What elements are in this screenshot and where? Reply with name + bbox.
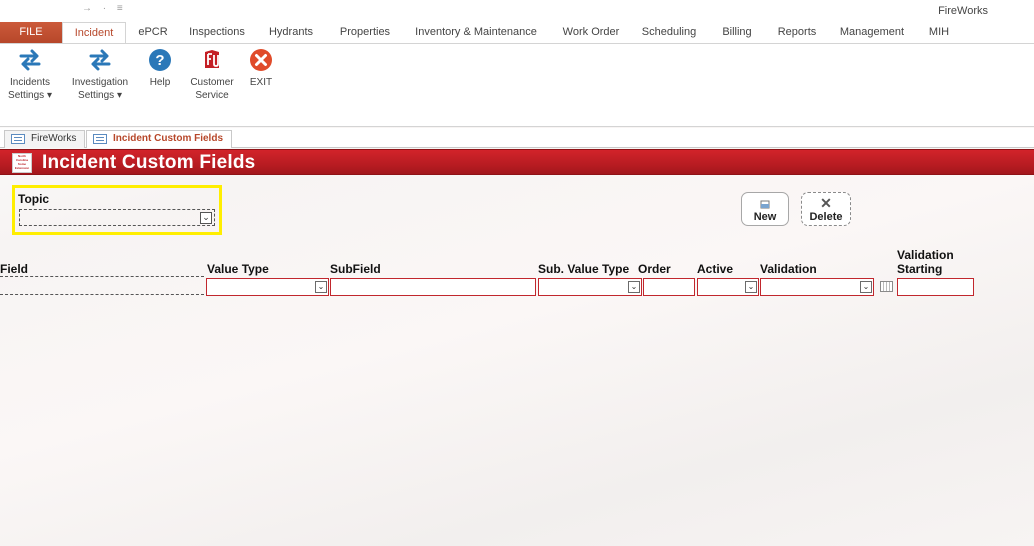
delete-label: Delete [809, 211, 843, 223]
tab-file[interactable]: FILE [0, 22, 62, 43]
exit-label: EXIT [249, 77, 273, 88]
help-icon: ? [149, 49, 171, 71]
chevron-down-icon: ⌄ [202, 212, 210, 222]
active-combobox[interactable]: ⌄ [697, 278, 759, 296]
header-order: Order [638, 262, 671, 276]
customer-service-label-1: Customer [190, 77, 234, 88]
chevron-down-icon[interactable]: ⌄ [745, 281, 757, 293]
investigation-settings-label-2: Settings ▾ [78, 90, 122, 101]
customer-service-label-2: Service [195, 90, 229, 101]
tab-incident[interactable]: Incident [62, 22, 126, 44]
investigation-settings-button[interactable]: Investigation Settings ▾ [66, 48, 134, 102]
swap-arrows-icon [19, 49, 41, 71]
ribbon-tabs: FILE Incident ePCR Inspections Hydrants … [0, 22, 1034, 44]
svg-text:?: ? [155, 52, 164, 69]
tab-inspections[interactable]: Inspections [183, 22, 251, 43]
chevron-down-icon[interactable]: ⌄ [315, 281, 327, 293]
header-validation-starting-1: Validation [897, 248, 954, 262]
tab-properties[interactable]: Properties [334, 22, 396, 43]
tab-inventory-maintenance[interactable]: Inventory & Maintenance [408, 22, 544, 43]
incidents-settings-label-2: Settings ▾ [8, 90, 52, 101]
org-logo: North Carolina Some Extension [12, 153, 32, 173]
chevron-down-icon[interactable]: ⌄ [860, 281, 872, 293]
header-field: Field [0, 262, 29, 276]
sub-value-type-combobox[interactable]: ⌄ [538, 278, 642, 296]
tab-reports[interactable]: Reports [772, 22, 822, 43]
validation-combobox[interactable]: ⌄ [760, 278, 874, 296]
swap-arrows-icon [89, 49, 111, 71]
investigation-settings-label-1: Investigation [71, 77, 129, 88]
subfield-input[interactable] [330, 278, 536, 296]
form-header: North Carolina Some Extension Incident C… [0, 149, 1034, 175]
form-title: Incident Custom Fields [42, 152, 256, 173]
doc-tab-incident-custom-fields-label: Incident Custom Fields [113, 133, 224, 144]
fireworks-logo-icon [205, 50, 219, 68]
topic-label: Topic [18, 192, 50, 206]
header-sub-value-type: Sub. Value Type [538, 262, 630, 276]
field-input[interactable] [0, 294, 204, 295]
tab-scheduling[interactable]: Scheduling [636, 22, 702, 43]
calendar-icon[interactable] [880, 281, 893, 292]
title-bar: → · ≡ FireWorks [0, 0, 1034, 22]
order-input[interactable] [643, 278, 695, 296]
form-icon [11, 134, 25, 144]
header-validation: Validation [760, 262, 817, 276]
topic-dropdown-button[interactable]: ⌄ [200, 212, 212, 224]
tab-epcr[interactable]: ePCR [134, 22, 172, 43]
header-validation-starting-2: Starting [897, 262, 943, 276]
new-record-icon [742, 195, 788, 211]
tab-billing[interactable]: Billing [714, 22, 760, 43]
doc-tab-fireworks[interactable]: FireWorks [4, 130, 86, 148]
chevron-down-icon[interactable]: ⌄ [628, 281, 640, 293]
form-icon [93, 134, 107, 144]
incidents-settings-label-1: Incidents [9, 77, 51, 88]
doc-tab-incident-custom-fields[interactable]: Incident Custom Fields [86, 130, 233, 148]
tab-work-order[interactable]: Work Order [556, 22, 626, 43]
tab-hydrants[interactable]: Hydrants [262, 22, 320, 43]
doc-tab-fireworks-label: FireWorks [31, 133, 77, 144]
value-type-combobox[interactable]: ⌄ [206, 278, 329, 296]
app-title: FireWorks [938, 5, 988, 17]
topic-combobox[interactable] [19, 209, 215, 226]
exit-button[interactable]: EXIT [246, 48, 276, 89]
close-circle-icon [250, 49, 272, 71]
header-value-type: Value Type [207, 262, 269, 276]
validation-starting-input[interactable] [897, 278, 974, 296]
new-button[interactable]: New [741, 192, 789, 226]
delete-button[interactable]: ✕ Delete [801, 192, 851, 226]
quick-access-toolbar[interactable]: → · ≡ [82, 3, 127, 14]
document-tabs: FireWorks Incident Custom Fields [0, 128, 1034, 148]
help-label: Help [149, 77, 171, 88]
close-icon: ✕ [820, 195, 832, 211]
field-header-underline [0, 276, 204, 277]
tab-mih[interactable]: MIH [922, 22, 956, 43]
new-label: New [753, 211, 777, 223]
incidents-settings-button[interactable]: Incidents Settings ▾ [6, 48, 54, 102]
header-subfield: SubField [330, 262, 381, 276]
ribbon: Incidents Settings ▾ Investigation Setti… [0, 43, 1034, 127]
header-active: Active [697, 262, 734, 276]
help-button[interactable]: ? Help [142, 48, 178, 89]
customer-service-button[interactable]: Customer Service [186, 48, 238, 102]
tab-management[interactable]: Management [834, 22, 910, 43]
